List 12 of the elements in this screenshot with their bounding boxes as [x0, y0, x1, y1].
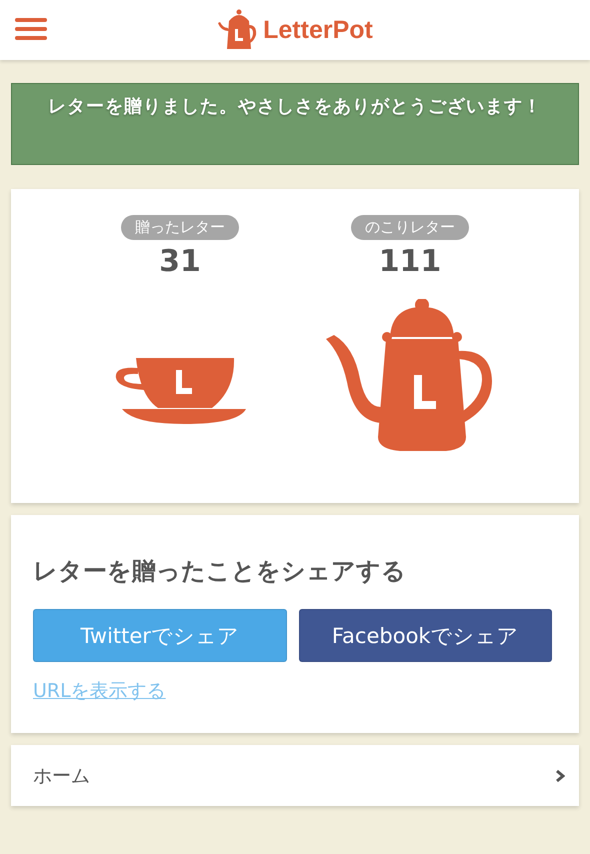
logo-text: LetterPot	[263, 16, 373, 44]
menu-icon[interactable]	[15, 18, 47, 40]
success-banner: レターを贈りました。やさしさをありがとうございます！	[11, 83, 579, 165]
stat-label: 贈ったレター	[121, 215, 239, 240]
nav-item[interactable]: ホーム	[11, 745, 579, 806]
pot-logo-icon	[217, 9, 258, 51]
stat-count: 31	[159, 244, 201, 279]
chevron-right-icon	[555, 768, 565, 782]
share-button[interactable]: Facebookでシェア	[298, 609, 552, 662]
share-heading: レターを贈ったことをシェアする	[33, 556, 407, 587]
stat-label: のこりレター	[351, 215, 469, 240]
stat-count: 111	[378, 244, 442, 279]
